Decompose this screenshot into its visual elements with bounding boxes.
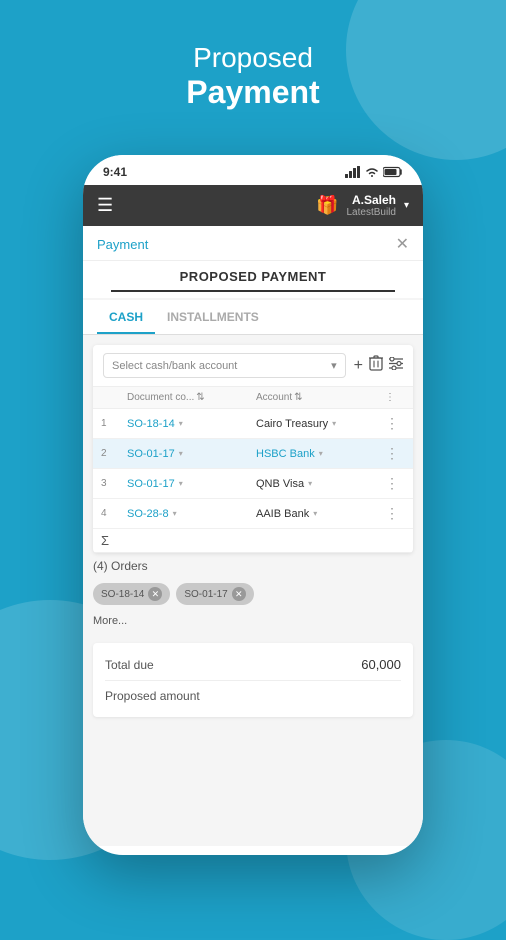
row-1-num: 1: [101, 418, 127, 429]
signal-icon: [345, 166, 361, 178]
sigma-row: Σ: [93, 529, 413, 553]
payment-header: Payment ✕: [83, 226, 423, 261]
proposed-amount-label: Proposed amount: [105, 689, 200, 703]
col-num-header: [101, 392, 127, 403]
user-subtitle: LatestBuild: [346, 207, 395, 218]
table-row: 2 SO-01-17 ▾ HSBC Bank ▾ ⋮: [93, 439, 413, 469]
chevron-icon: ▾: [173, 509, 177, 518]
add-icon[interactable]: +: [354, 357, 363, 375]
table-row: 4 SO-28-8 ▾ AAIB Bank ▾ ⋮: [93, 499, 413, 529]
tag-2: SO-01-17 ✕: [176, 583, 253, 605]
time-display: 9:41: [103, 165, 127, 179]
close-button[interactable]: ✕: [396, 234, 409, 254]
chevron-icon: ▾: [308, 479, 312, 488]
total-due-label: Total due: [105, 658, 154, 672]
page-header: Proposed Payment: [0, 42, 506, 111]
chevron-icon: ▾: [313, 509, 317, 518]
row-2-account: HSBC Bank ▾: [256, 448, 385, 460]
row-1-doc: SO-18-14 ▾: [127, 418, 256, 430]
hamburger-icon[interactable]: ☰: [97, 195, 113, 216]
phone-frame: 9:41 ☰ 🎁: [83, 155, 423, 855]
tag-1-remove[interactable]: ✕: [148, 587, 162, 601]
row-4-menu[interactable]: ⋮: [385, 505, 405, 522]
sort-icon[interactable]: ⇅: [196, 392, 204, 403]
chevron-icon: ▾: [332, 419, 336, 428]
tab-cash[interactable]: CASH: [97, 300, 155, 334]
total-due-value: 60,000: [361, 657, 401, 672]
row-2-doc: SO-01-17 ▾: [127, 448, 256, 460]
tag-2-label: SO-01-17: [184, 589, 227, 600]
row-4-num: 4: [101, 508, 127, 519]
proposed-payment-title: PROPOSED PAYMENT: [111, 261, 395, 292]
dropdown-chevron-icon: ▾: [331, 359, 337, 372]
row-3-doc: SO-01-17 ▾: [127, 478, 256, 490]
status-icons: [345, 166, 403, 178]
content-area: Payment ✕ PROPOSED PAYMENT CASH INSTALLM…: [83, 226, 423, 846]
tag-1-label: SO-18-14: [101, 589, 144, 600]
row-2-menu[interactable]: ⋮: [385, 445, 405, 462]
battery-icon: [383, 166, 403, 178]
app-header: ☰ 🎁 A.Saleh LatestBuild ▾: [83, 185, 423, 226]
status-bar: 9:41: [83, 155, 423, 185]
row-4-account: AAIB Bank ▾: [256, 508, 385, 520]
chevron-icon: ▾: [179, 449, 183, 458]
chevron-icon: ▾: [179, 419, 183, 428]
wifi-icon: [365, 166, 379, 178]
col-account-header: Account ⇅: [256, 392, 385, 403]
proposed-amt-row: Proposed amount: [105, 685, 401, 707]
gift-icon: 🎁: [316, 195, 338, 216]
sort-account-icon[interactable]: ⇅: [294, 392, 302, 403]
row-3-menu[interactable]: ⋮: [385, 475, 405, 492]
totals-section: Total due 60,000 Proposed amount: [93, 643, 413, 717]
col-more-header[interactable]: ⋮: [385, 392, 405, 403]
table-header: Document co... ⇅ Account ⇅ ⋮: [93, 387, 413, 409]
chevron-down-icon[interactable]: ▾: [404, 200, 409, 211]
user-name: A.Saleh: [346, 193, 395, 207]
chevron-icon: ▾: [179, 479, 183, 488]
more-link[interactable]: More...: [83, 613, 423, 635]
tab-installments[interactable]: INSTALLMENTS: [155, 300, 271, 334]
proposed-label: Proposed: [0, 42, 506, 74]
total-due-row: Total due 60,000: [105, 653, 401, 676]
divider: [105, 680, 401, 681]
tabs-container: CASH INSTALLMENTS: [83, 300, 423, 335]
table-row: 3 SO-01-17 ▾ QNB Visa ▾ ⋮: [93, 469, 413, 499]
tag-2-remove[interactable]: ✕: [232, 587, 246, 601]
toolbar-row: Select cash/bank account ▾ +: [93, 345, 413, 387]
chevron-icon: ▾: [319, 449, 323, 458]
table-row: 1 SO-18-14 ▾ Cairo Treasury ▾ ⋮: [93, 409, 413, 439]
row-3-num: 3: [101, 478, 127, 489]
toolbar-icons: +: [354, 355, 403, 376]
select-account-dropdown[interactable]: Select cash/bank account ▾: [103, 353, 346, 378]
col-doc-header: Document co... ⇅: [127, 392, 256, 403]
tags-row: SO-18-14 ✕ SO-01-17 ✕: [83, 579, 423, 613]
row-1-menu[interactable]: ⋮: [385, 415, 405, 432]
tag-1: SO-18-14 ✕: [93, 583, 170, 605]
orders-count: (4) Orders: [83, 553, 423, 579]
row-2-num: 2: [101, 448, 127, 459]
filter-icon[interactable]: [389, 357, 403, 375]
user-info: A.Saleh LatestBuild: [346, 193, 395, 218]
main-card: Select cash/bank account ▾ +: [93, 345, 413, 553]
row-1-account: Cairo Treasury ▾: [256, 418, 385, 430]
select-account-label: Select cash/bank account: [112, 360, 237, 372]
row-3-account: QNB Visa ▾: [256, 478, 385, 490]
row-4-doc: SO-28-8 ▾: [127, 508, 256, 520]
payment-label: Payment: [0, 74, 506, 111]
delete-icon[interactable]: [369, 355, 383, 376]
user-section: 🎁 A.Saleh LatestBuild ▾: [316, 193, 409, 218]
payment-link[interactable]: Payment: [97, 237, 148, 252]
